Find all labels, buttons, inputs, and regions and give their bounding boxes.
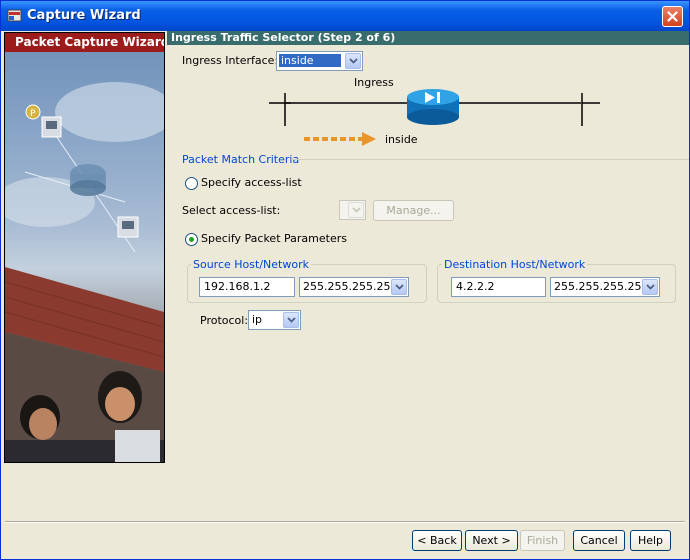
packet-params-radio[interactable]	[185, 233, 198, 246]
chevron-down-icon	[391, 279, 407, 295]
destination-ip-value: 4.2.2.2	[456, 280, 495, 293]
packet-params-radio-label: Specify Packet Parameters	[201, 232, 347, 245]
source-ip-value: 192.168.1.2	[204, 280, 271, 293]
source-group-title: Source Host/Network	[191, 258, 311, 271]
protocol-label: Protocol:	[200, 314, 249, 327]
ingress-interface-value: inside	[279, 54, 341, 67]
destination-group-title: Destination Host/Network	[442, 258, 588, 271]
finish-button[interactable]: Finish	[520, 530, 565, 551]
window-title: Capture Wizard	[27, 8, 141, 23]
wizard-side-image: Packet Capture Wizard P	[4, 32, 165, 463]
network-illustration: P	[5, 82, 164, 462]
ingress-diagram-label: Ingress	[354, 76, 394, 89]
wizard-side-title: Packet Capture Wizard	[5, 33, 164, 52]
access-list-radio[interactable]	[185, 177, 198, 190]
manage-button[interactable]: Manage...	[373, 200, 454, 221]
protocol-value: ip	[252, 313, 263, 326]
protocol-select[interactable]: ip	[248, 310, 301, 330]
chevron-down-icon	[348, 202, 364, 218]
section-divider	[291, 159, 689, 160]
svg-text:P: P	[30, 109, 36, 119]
destination-mask-value: 255.255.255.255	[554, 280, 649, 293]
ingress-diagram	[269, 89, 600, 146]
ingress-interface-select[interactable]: inside	[276, 51, 363, 71]
select-access-list-label: Select access-list:	[182, 204, 281, 217]
radio-selected-icon	[189, 237, 194, 242]
source-mask-value: 255.255.255.255	[303, 280, 398, 293]
chevron-down-icon	[283, 312, 299, 328]
source-ip-input[interactable]: 192.168.1.2	[199, 277, 295, 297]
ingress-flow-label: inside	[385, 133, 418, 146]
close-icon	[667, 11, 678, 22]
packet-match-title: Packet Match Criteria	[182, 153, 300, 166]
chevron-down-icon	[345, 53, 361, 69]
help-button[interactable]: Help	[630, 530, 671, 551]
back-button[interactable]: < Back	[412, 530, 462, 551]
step-header: Ingress Traffic Selector (Step 2 of 6)	[167, 31, 689, 45]
destination-ip-input[interactable]: 4.2.2.2	[451, 277, 546, 297]
router-icon	[407, 89, 459, 125]
next-button[interactable]: Next >	[465, 530, 518, 551]
destination-mask-select[interactable]: 255.255.255.255	[550, 277, 660, 297]
access-list-radio-label: Specify access-list	[201, 176, 302, 189]
app-icon	[7, 9, 22, 22]
access-list-select[interactable]	[339, 200, 366, 220]
source-mask-select[interactable]: 255.255.255.255	[299, 277, 409, 297]
capture-wizard-window: Capture Wizard Packet Capture Wizard P I…	[0, 0, 690, 560]
title-bar[interactable]: Capture Wizard	[1, 1, 689, 31]
cancel-button[interactable]: Cancel	[573, 530, 625, 551]
close-button[interactable]	[662, 6, 683, 27]
flow-arrow-icon	[304, 132, 376, 146]
chevron-down-icon	[642, 279, 658, 295]
ingress-interface-label: Ingress Interface:	[182, 54, 279, 67]
